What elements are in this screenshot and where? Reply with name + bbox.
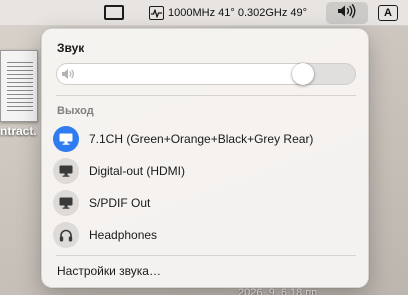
- sound-section-title: Звук: [57, 41, 85, 55]
- display-icon: [53, 126, 79, 152]
- cpu-gpu-stats-text: 1000MHz 41° 0.302GHz 49°: [168, 7, 308, 19]
- output-device-spdif[interactable]: S/PDIF Out: [53, 187, 359, 219]
- divider: [56, 255, 356, 256]
- activity-pulse-icon: [149, 6, 164, 20]
- sound-menu-popover: Звук Выход 7.1CH (Green+Orange+Black+Gre…: [41, 28, 369, 288]
- headphones-icon: [53, 222, 79, 248]
- desktop-date-text: 2026. 9. 6 18 пп: [238, 287, 318, 295]
- desktop-file-label[interactable]: ntract.: [0, 124, 37, 138]
- output-section-title: Выход: [57, 105, 94, 117]
- menu-bar: 1000MHz 41° 0.302GHz 49° A: [0, 0, 408, 26]
- volume-slider-knob[interactable]: [292, 63, 314, 85]
- volume-menu-button[interactable]: [326, 2, 368, 24]
- system-stats-menu[interactable]: 1000MHz 41° 0.302GHz 49°: [149, 5, 307, 21]
- output-device-label: 7.1CH (Green+Orange+Black+Grey Rear): [89, 132, 314, 146]
- document-preview: [7, 59, 33, 113]
- speaker-wave-icon: [337, 3, 357, 23]
- volume-slider-fill: [57, 64, 303, 84]
- display-icon[interactable]: [104, 5, 124, 20]
- output-device-7-1ch[interactable]: 7.1CH (Green+Orange+Black+Grey Rear): [53, 123, 359, 155]
- sound-settings-link[interactable]: Настройки звука…: [57, 264, 161, 278]
- desktop-file-thumbnail[interactable]: [0, 50, 38, 122]
- volume-slider[interactable]: [56, 63, 356, 85]
- speaker-low-icon: [61, 68, 75, 80]
- output-device-list: 7.1CH (Green+Orange+Black+Grey Rear) Dig…: [53, 123, 359, 251]
- output-device-label: S/PDIF Out: [89, 196, 151, 210]
- divider: [56, 95, 356, 96]
- output-device-hdmi[interactable]: Digital-out (HDMI): [53, 155, 359, 187]
- output-device-label: Headphones: [89, 228, 158, 242]
- input-source-indicator[interactable]: A: [378, 5, 398, 21]
- output-device-label: Digital-out (HDMI): [89, 164, 186, 178]
- output-device-headphones[interactable]: Headphones: [53, 219, 359, 251]
- display-icon: [53, 190, 79, 216]
- display-icon: [53, 158, 79, 184]
